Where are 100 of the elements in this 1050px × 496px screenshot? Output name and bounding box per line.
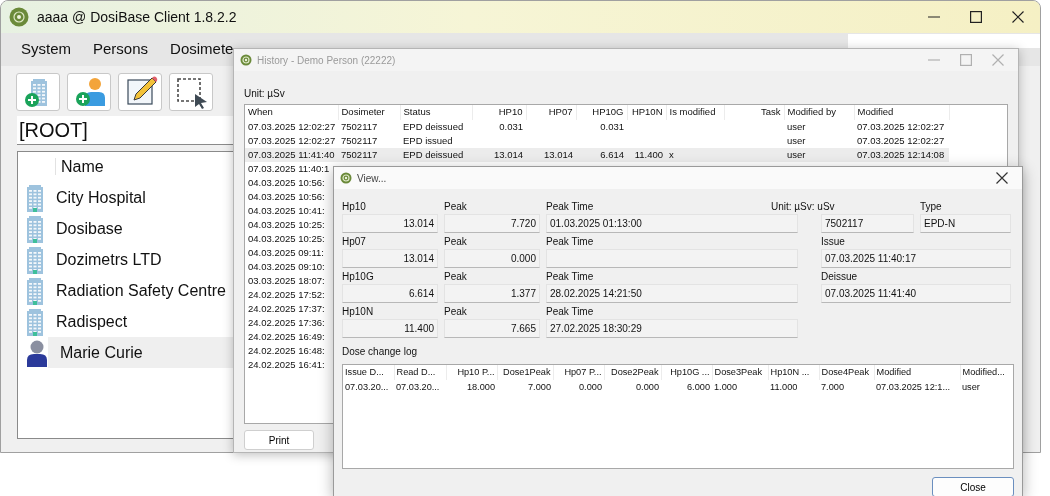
column-header[interactable]: Dose1Peak: [497, 365, 553, 380]
column-header[interactable]: Name: [55, 158, 104, 175]
table-cell[interactable]: EPD issued: [403, 135, 453, 146]
column-header[interactable]: HP10: [472, 105, 526, 120]
table-cell: 0.000: [553, 380, 604, 394]
field-label: Deissue: [821, 270, 859, 284]
table-cell[interactable]: 04.03.2025 10:56:: [248, 177, 325, 188]
table-cell: 07.03.2025 12:1...: [874, 380, 960, 394]
close-icon[interactable]: [1012, 11, 1024, 23]
column-header[interactable]: Dose2Peak: [604, 365, 661, 380]
table-cell[interactable]: 04.03.2025 10:25:: [248, 233, 325, 244]
column-header[interactable]: Hp10G ...: [661, 365, 712, 380]
column-header[interactable]: Hp10N ...: [768, 365, 819, 380]
field-label: Hp10G: [342, 270, 375, 284]
column-header[interactable]: HP07: [526, 105, 576, 120]
table-cell[interactable]: 0.031: [499, 121, 523, 132]
column-header[interactable]: Hp07 P...: [553, 365, 604, 380]
column-header[interactable]: Modified: [874, 365, 960, 380]
toolbar-button[interactable]: [118, 73, 162, 111]
column-header[interactable]: Read D...: [394, 365, 446, 380]
field-label: Peak Time: [546, 270, 595, 284]
table-cell: 7.000: [819, 380, 874, 394]
person-icon: [26, 338, 48, 367]
table-cell[interactable]: 07.03.2025 12:02:27: [857, 135, 945, 146]
table-cell[interactable]: user: [787, 121, 806, 132]
table-cell[interactable]: 24.02.2025 16:48:: [248, 345, 325, 356]
read-only-field: 7.665: [444, 319, 540, 338]
table-cell[interactable]: 07.03.2025 11:40:1: [248, 163, 330, 174]
column-header[interactable]: HP10G: [576, 105, 627, 120]
menu-item[interactable]: System: [21, 38, 71, 61]
tree-item[interactable]: Radiation Safety Centre: [18, 275, 234, 306]
toolbar-button[interactable]: [169, 73, 213, 111]
read-only-field: 7502117: [821, 214, 914, 233]
unit-label: Unit: µSv: [244, 87, 285, 101]
table-cell[interactable]: 04.03.2025 10:56:: [248, 191, 325, 202]
building-icon: [26, 214, 44, 243]
table-cell[interactable]: 04.03.2025 09:11:: [248, 247, 324, 258]
table-cell: 6.000: [661, 380, 712, 394]
table-cell[interactable]: 07.03.2025 12:02:27: [248, 121, 336, 132]
table-cell[interactable]: 7502117: [341, 121, 378, 132]
window-title: View...: [357, 171, 387, 186]
field-label: Peak Time: [546, 235, 595, 249]
table-cell[interactable]: 24.02.2025 17:36:: [248, 317, 325, 328]
read-only-field: 11.400: [342, 319, 438, 338]
maximize-icon[interactable]: [970, 11, 982, 23]
table-cell: 07.03.20...: [394, 380, 446, 394]
table-cell[interactable]: 24.02.2025 17:52:: [248, 289, 325, 300]
table-cell[interactable]: user: [787, 135, 806, 146]
tree-item[interactable]: Dosibase: [18, 213, 234, 244]
building-icon: [26, 276, 44, 305]
table-cell[interactable]: 04.03.2025 09:10:: [248, 261, 325, 272]
column-header[interactable]: HP10N: [627, 105, 666, 120]
column-header[interactable]: Issue D...: [343, 365, 394, 380]
app-icon: [240, 54, 252, 66]
column-header[interactable]: Modified...: [960, 365, 1013, 380]
column-header[interactable]: Modified: [854, 105, 949, 120]
column-header[interactable]: Dose4Peak: [819, 365, 874, 380]
tree-item[interactable]: Radispect: [18, 306, 234, 337]
column-header[interactable]: Is modified: [666, 105, 724, 120]
close-button[interactable]: Close: [932, 477, 1014, 496]
table-cell[interactable]: 0.031: [600, 121, 624, 132]
table-cell[interactable]: 07.03.2025 12:02:27: [248, 135, 336, 146]
table-cell: 7.000: [497, 380, 553, 394]
print-button[interactable]: Print: [244, 430, 314, 450]
table-cell[interactable]: 03.03.2025 18:07:: [248, 275, 325, 286]
read-only-field: 07.03.2025 11:40:17: [821, 249, 1011, 268]
table-cell[interactable]: 04.03.2025 10:25:: [248, 219, 325, 230]
menu-item[interactable]: Persons: [93, 38, 149, 61]
table-cell[interactable]: 24.02.2025 17:37:: [248, 303, 325, 314]
tree-item[interactable]: Dozimetrs LTD: [18, 244, 234, 275]
field-label: Hp07: [342, 235, 367, 249]
column-header[interactable]: Modified by: [784, 105, 854, 120]
building-icon: [26, 245, 44, 274]
path-field[interactable]: [ROOT]: [17, 116, 233, 145]
table-cell[interactable]: x: [669, 149, 674, 160]
column-header[interactable]: Hp10 P...: [446, 365, 497, 380]
tree-item[interactable]: City Hospital: [18, 182, 234, 213]
table-cell[interactable]: 24.02.2025 16:49:: [248, 331, 325, 342]
menu-item[interactable]: Dosimete: [170, 38, 234, 61]
column-header[interactable]: Dose3Peak: [712, 365, 768, 380]
app-icon: [9, 7, 29, 27]
field-label: Peak: [444, 200, 468, 214]
field-label: Hp10N: [342, 305, 375, 319]
column-header[interactable]: When: [245, 105, 338, 120]
read-only-field: 07.03.2025 11:41:40: [821, 284, 1011, 303]
table-cell[interactable]: EPD deissued: [403, 121, 464, 132]
close-icon[interactable]: [996, 172, 1008, 184]
table-cell[interactable]: 04.03.2025 10:41:: [248, 205, 325, 216]
column-header[interactable]: Status: [400, 105, 472, 120]
section-label: Dose change log: [342, 345, 418, 359]
window-title: aaaa @ DosiBase Client 1.8.2.2: [37, 7, 237, 27]
table-cell[interactable]: 7502117: [341, 135, 378, 146]
table-cell: 07.03.20...: [343, 380, 394, 394]
column-header[interactable]: Task: [724, 105, 784, 120]
table-cell[interactable]: 07.03.2025 12:02:27: [857, 121, 945, 132]
table-cell[interactable]: 24.02.2025 16:41:: [248, 359, 325, 370]
read-only-field: 7.720: [444, 214, 540, 233]
read-only-field: 27.02.2025 18:30:29: [546, 319, 798, 338]
field-label: Peak Time: [546, 200, 595, 214]
column-header[interactable]: Dosimeter: [338, 105, 400, 120]
